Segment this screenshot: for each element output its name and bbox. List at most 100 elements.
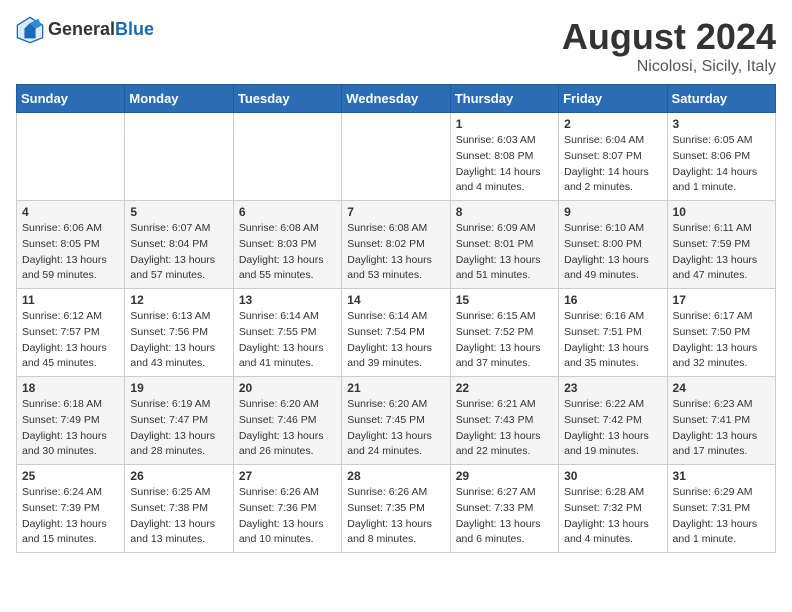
day-info: Sunset: 7:57 PM — [22, 325, 119, 341]
calendar-cell: 18Sunrise: 6:18 AMSunset: 7:49 PMDayligh… — [17, 377, 125, 465]
day-info: Sunrise: 6:10 AM — [564, 221, 661, 237]
calendar-cell: 30Sunrise: 6:28 AMSunset: 7:32 PMDayligh… — [559, 465, 667, 553]
day-info: Sunset: 7:36 PM — [239, 501, 336, 517]
day-info: Sunrise: 6:26 AM — [347, 485, 444, 501]
day-number: 21 — [347, 381, 444, 395]
calendar-table: SundayMondayTuesdayWednesdayThursdayFrid… — [16, 84, 776, 553]
day-info: Daylight: 14 hours and 4 minutes. — [456, 165, 553, 197]
day-info: Sunrise: 6:13 AM — [130, 309, 227, 325]
day-info: Sunrise: 6:05 AM — [673, 133, 770, 149]
day-info: Sunset: 8:02 PM — [347, 237, 444, 253]
day-number: 22 — [456, 381, 553, 395]
day-info: Sunset: 8:03 PM — [239, 237, 336, 253]
day-info: Daylight: 13 hours and 26 minutes. — [239, 429, 336, 461]
day-of-week-header: Friday — [559, 85, 667, 113]
calendar-cell: 22Sunrise: 6:21 AMSunset: 7:43 PMDayligh… — [450, 377, 558, 465]
day-info: Sunset: 7:56 PM — [130, 325, 227, 341]
day-info: Sunrise: 6:21 AM — [456, 397, 553, 413]
day-info: Sunset: 7:31 PM — [673, 501, 770, 517]
day-info: Daylight: 13 hours and 49 minutes. — [564, 253, 661, 285]
logo-general: General — [48, 19, 115, 39]
day-info: Sunrise: 6:11 AM — [673, 221, 770, 237]
day-info: Sunrise: 6:26 AM — [239, 485, 336, 501]
calendar-cell: 11Sunrise: 6:12 AMSunset: 7:57 PMDayligh… — [17, 289, 125, 377]
calendar-cell: 20Sunrise: 6:20 AMSunset: 7:46 PMDayligh… — [233, 377, 341, 465]
day-of-week-header: Tuesday — [233, 85, 341, 113]
calendar-header-row: SundayMondayTuesdayWednesdayThursdayFrid… — [17, 85, 776, 113]
calendar-title: August 2024 — [562, 16, 776, 58]
day-info: Sunset: 7:32 PM — [564, 501, 661, 517]
day-number: 31 — [673, 469, 770, 483]
title-block: August 2024 Nicolosi, Sicily, Italy — [562, 16, 776, 76]
calendar-week-row: 4Sunrise: 6:06 AMSunset: 8:05 PMDaylight… — [17, 201, 776, 289]
day-info: Sunset: 7:59 PM — [673, 237, 770, 253]
calendar-cell — [233, 113, 341, 201]
day-info: Sunset: 7:46 PM — [239, 413, 336, 429]
day-info: Sunset: 8:08 PM — [456, 149, 553, 165]
day-info: Daylight: 13 hours and 45 minutes. — [22, 341, 119, 373]
day-info: Daylight: 13 hours and 41 minutes. — [239, 341, 336, 373]
day-number: 14 — [347, 293, 444, 307]
day-number: 24 — [673, 381, 770, 395]
day-info: Daylight: 13 hours and 30 minutes. — [22, 429, 119, 461]
day-info: Sunset: 7:49 PM — [22, 413, 119, 429]
day-number: 13 — [239, 293, 336, 307]
day-info: Sunset: 7:51 PM — [564, 325, 661, 341]
day-number: 9 — [564, 205, 661, 219]
day-info: Daylight: 13 hours and 43 minutes. — [130, 341, 227, 373]
day-info: Sunset: 8:04 PM — [130, 237, 227, 253]
day-info: Daylight: 13 hours and 51 minutes. — [456, 253, 553, 285]
day-info: Sunrise: 6:08 AM — [347, 221, 444, 237]
calendar-cell: 28Sunrise: 6:26 AMSunset: 7:35 PMDayligh… — [342, 465, 450, 553]
calendar-cell: 25Sunrise: 6:24 AMSunset: 7:39 PMDayligh… — [17, 465, 125, 553]
day-info: Sunset: 7:42 PM — [564, 413, 661, 429]
day-info: Daylight: 14 hours and 2 minutes. — [564, 165, 661, 197]
day-info: Sunset: 7:50 PM — [673, 325, 770, 341]
day-info: Daylight: 13 hours and 24 minutes. — [347, 429, 444, 461]
calendar-cell: 1Sunrise: 6:03 AMSunset: 8:08 PMDaylight… — [450, 113, 558, 201]
calendar-cell: 14Sunrise: 6:14 AMSunset: 7:54 PMDayligh… — [342, 289, 450, 377]
day-info: Sunset: 8:00 PM — [564, 237, 661, 253]
day-info: Daylight: 13 hours and 37 minutes. — [456, 341, 553, 373]
day-number: 6 — [239, 205, 336, 219]
day-info: Daylight: 13 hours and 13 minutes. — [130, 517, 227, 549]
day-number: 4 — [22, 205, 119, 219]
calendar-cell: 29Sunrise: 6:27 AMSunset: 7:33 PMDayligh… — [450, 465, 558, 553]
day-info: Daylight: 13 hours and 22 minutes. — [456, 429, 553, 461]
day-number: 19 — [130, 381, 227, 395]
day-info: Sunrise: 6:17 AM — [673, 309, 770, 325]
day-info: Sunrise: 6:16 AM — [564, 309, 661, 325]
day-info: Sunrise: 6:07 AM — [130, 221, 227, 237]
calendar-cell: 26Sunrise: 6:25 AMSunset: 7:38 PMDayligh… — [125, 465, 233, 553]
calendar-cell: 8Sunrise: 6:09 AMSunset: 8:01 PMDaylight… — [450, 201, 558, 289]
day-of-week-header: Wednesday — [342, 85, 450, 113]
day-of-week-header: Saturday — [667, 85, 775, 113]
day-info: Sunset: 7:52 PM — [456, 325, 553, 341]
calendar-location: Nicolosi, Sicily, Italy — [562, 58, 776, 76]
day-info: Sunrise: 6:14 AM — [347, 309, 444, 325]
day-info: Sunset: 8:07 PM — [564, 149, 661, 165]
calendar-cell — [125, 113, 233, 201]
day-number: 15 — [456, 293, 553, 307]
day-info: Sunrise: 6:28 AM — [564, 485, 661, 501]
day-number: 8 — [456, 205, 553, 219]
day-info: Sunset: 8:06 PM — [673, 149, 770, 165]
day-info: Daylight: 13 hours and 59 minutes. — [22, 253, 119, 285]
day-info: Sunset: 7:41 PM — [673, 413, 770, 429]
logo-icon — [16, 16, 44, 44]
calendar-cell: 21Sunrise: 6:20 AMSunset: 7:45 PMDayligh… — [342, 377, 450, 465]
day-info: Sunrise: 6:04 AM — [564, 133, 661, 149]
day-info: Sunrise: 6:06 AM — [22, 221, 119, 237]
day-number: 20 — [239, 381, 336, 395]
day-info: Daylight: 13 hours and 57 minutes. — [130, 253, 227, 285]
day-number: 5 — [130, 205, 227, 219]
day-info: Daylight: 13 hours and 17 minutes. — [673, 429, 770, 461]
day-number: 16 — [564, 293, 661, 307]
day-number: 26 — [130, 469, 227, 483]
day-info: Sunset: 7:39 PM — [22, 501, 119, 517]
logo-text: GeneralBlue — [48, 20, 154, 40]
day-of-week-header: Sunday — [17, 85, 125, 113]
day-info: Daylight: 13 hours and 55 minutes. — [239, 253, 336, 285]
day-info: Sunrise: 6:19 AM — [130, 397, 227, 413]
day-info: Sunset: 7:45 PM — [347, 413, 444, 429]
